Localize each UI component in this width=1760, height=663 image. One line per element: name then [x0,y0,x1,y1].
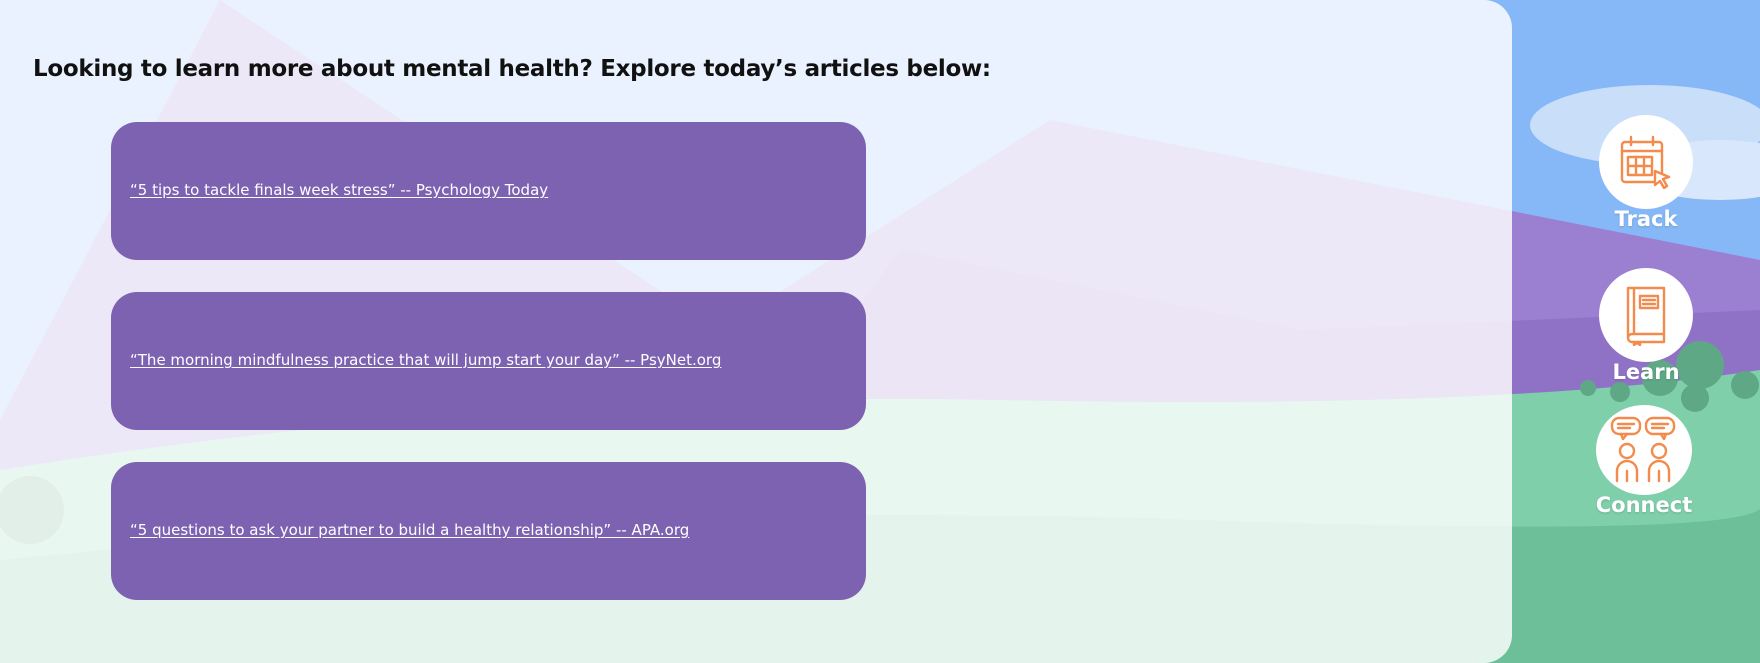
nav-connect[interactable]: Connect [1584,405,1704,517]
nav-track[interactable]: Track [1586,115,1706,231]
nav-track-label: Track [1614,207,1678,231]
articles-panel: Looking to learn more about mental healt… [0,0,1512,663]
people-chat-icon [1610,416,1676,483]
nav-learn-button[interactable] [1599,268,1693,362]
nav-learn-label: Learn [1612,360,1680,384]
nav-learn[interactable]: Learn [1586,268,1706,384]
article-link-1[interactable]: “5 tips to tackle finals week stress” --… [130,181,548,199]
nav-connect-label: Connect [1595,493,1693,517]
page-heading: Looking to learn more about mental healt… [33,56,991,82]
calendar-cursor-icon [1620,135,1671,190]
nav-connect-button[interactable] [1596,405,1692,495]
nav-track-button[interactable] [1599,115,1693,209]
article-card-1[interactable]: “5 tips to tackle finals week stress” --… [111,122,866,260]
book-icon [1626,286,1666,346]
article-card-3[interactable]: “5 questions to ask your partner to buil… [111,462,866,600]
article-link-3[interactable]: “5 questions to ask your partner to buil… [130,521,689,539]
article-card-2[interactable]: “The morning mindfulness practice that w… [111,292,866,430]
article-link-2[interactable]: “The morning mindfulness practice that w… [130,351,721,369]
